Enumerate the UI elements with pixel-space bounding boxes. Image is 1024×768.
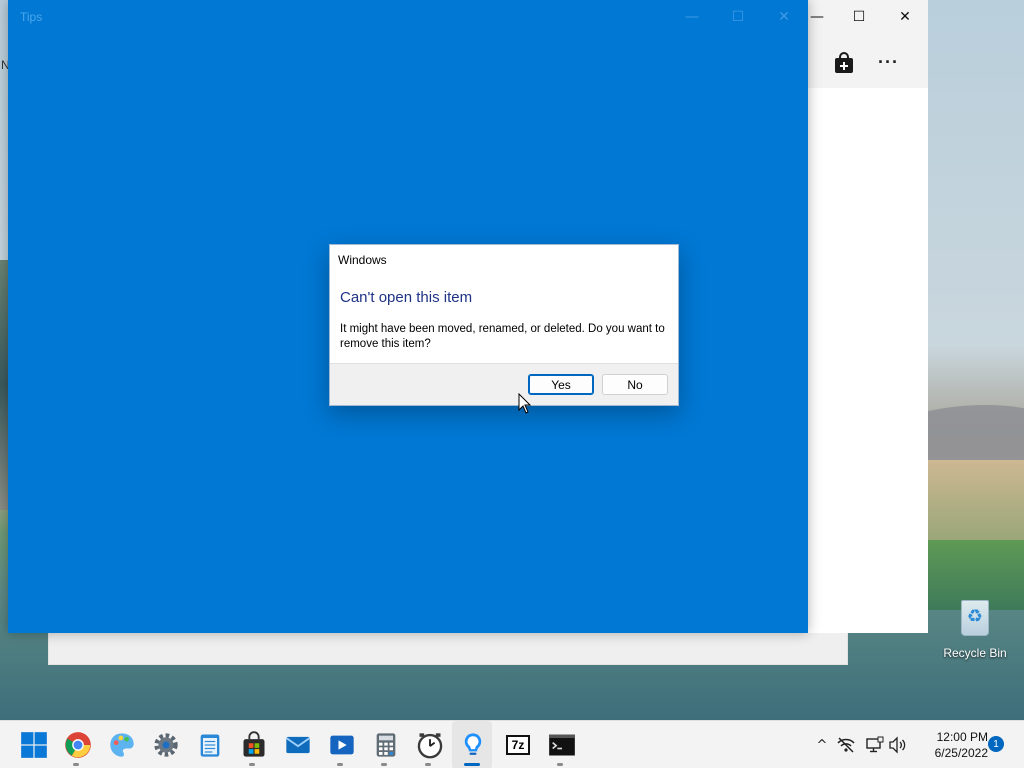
windows-logo-icon: [21, 732, 47, 758]
taskbar-clock[interactable]: 12:00 PM 6/25/2022: [912, 729, 988, 761]
network-disconnected-icon[interactable]: [836, 736, 856, 754]
show-hidden-icons-chevron-icon[interactable]: ^: [812, 721, 832, 768]
clock-icon: [417, 733, 443, 759]
tips-window-title: Tips: [20, 10, 43, 24]
recycle-bin-label: Recycle Bin: [943, 646, 1007, 660]
cant-open-item-dialog[interactable]: Windows Can't open this item It might ha…: [329, 244, 679, 406]
dialog-heading: Can't open this item: [340, 289, 473, 306]
running-indicator: [249, 763, 255, 766]
running-indicator: [73, 763, 79, 766]
taskbar-media-player[interactable]: [320, 721, 360, 768]
recycle-bin-icon: ♻: [958, 596, 992, 636]
taskbar-mail[interactable]: [276, 721, 316, 768]
running-indicator: [337, 763, 343, 766]
clock-time: 12:00 PM: [936, 730, 988, 744]
paint-icon: [110, 733, 134, 757]
clock-date: 6/25/2022: [934, 746, 988, 760]
chrome-icon: [65, 732, 91, 758]
dialog-button-bar: Yes No: [330, 363, 678, 405]
store-window[interactable]: — ☐ ✕ ···: [808, 0, 928, 633]
display-icon[interactable]: [864, 736, 884, 754]
no-button[interactable]: No: [602, 374, 668, 395]
wallpaper-field: [924, 460, 1024, 540]
store-maximize-button[interactable]: ☐: [836, 0, 882, 33]
taskbar-start-button[interactable]: [12, 721, 52, 768]
taskbar: 7z ^ 12:00 PM 6/25/2022: [0, 720, 1024, 768]
background-window-ghost: [48, 632, 848, 665]
tips-bulb-icon: [464, 733, 482, 755]
taskbar-7zip[interactable]: 7z: [496, 721, 536, 768]
store-content-area: [808, 88, 928, 633]
tips-maximize-button[interactable]: ☐: [715, 0, 761, 33]
running-indicator: [557, 763, 563, 766]
recycle-bin-desktop-icon[interactable]: ♻ Recycle Bin: [938, 596, 1012, 660]
taskbar-paint[interactable]: [100, 721, 140, 768]
calculator-icon: [376, 733, 396, 757]
active-indicator: [464, 763, 480, 766]
more-options-icon[interactable]: ···: [878, 52, 899, 73]
tips-minimize-button[interactable]: —: [669, 0, 715, 33]
running-indicator: [381, 763, 387, 766]
store-bag-icon[interactable]: [834, 52, 854, 74]
media-player-icon: [330, 735, 354, 755]
taskbar-store[interactable]: [232, 721, 272, 768]
mouse-cursor-icon: [518, 393, 532, 414]
dialog-message: It might have been moved, renamed, or de…: [340, 323, 665, 350]
yes-button[interactable]: Yes: [528, 374, 594, 395]
volume-icon[interactable]: [888, 736, 908, 754]
mail-icon: [285, 736, 311, 754]
dialog-caption: Windows: [338, 253, 387, 267]
7zip-icon: 7z: [504, 731, 532, 759]
tips-close-button[interactable]: ✕: [761, 0, 807, 33]
gear-icon: [154, 733, 178, 757]
taskbar-clock-app[interactable]: [408, 721, 448, 768]
taskbar-settings[interactable]: [144, 721, 184, 768]
taskbar-calculator[interactable]: [364, 721, 404, 768]
taskbar-notepad[interactable]: [188, 721, 228, 768]
notepad-icon: [200, 734, 220, 757]
terminal-icon: [549, 734, 575, 756]
store-close-button[interactable]: ✕: [882, 0, 928, 33]
running-indicator: [425, 763, 431, 766]
notification-badge[interactable]: 1: [988, 736, 1004, 752]
7zip-label: 7z: [506, 735, 530, 755]
taskbar-tips[interactable]: [452, 721, 492, 768]
taskbar-terminal[interactable]: [540, 721, 580, 768]
taskbar-chrome[interactable]: [56, 721, 96, 768]
store-icon: [243, 731, 265, 757]
